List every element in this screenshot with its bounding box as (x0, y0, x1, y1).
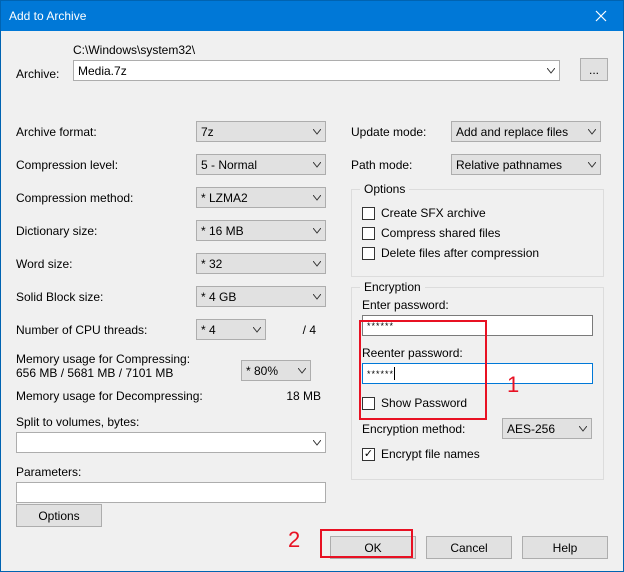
archive-format-label: Archive format: (16, 125, 196, 139)
encryption-method-label: Encryption method: (362, 422, 502, 436)
encrypt-filenames-label: Encrypt file names (381, 447, 480, 461)
compression-level-combo[interactable]: 5 - Normal (196, 154, 326, 175)
update-mode-label: Update mode: (351, 125, 451, 139)
mem-compress-value: 656 MB / 5681 MB / 7101 MB (16, 366, 241, 380)
encryption-legend: Encryption (360, 280, 425, 294)
cancel-button[interactable]: Cancel (426, 536, 512, 559)
options-button-wrap: Options (16, 504, 102, 527)
dialog-window: Add to Archive Archive: C:\Windows\syste… (0, 0, 624, 572)
compress-shared-label: Compress shared files (381, 226, 500, 240)
delete-after-label: Delete files after compression (381, 246, 539, 260)
window-title: Add to Archive (9, 9, 578, 23)
chevron-down-icon (253, 327, 261, 333)
close-button[interactable] (578, 1, 623, 31)
mem-compress-label: Memory usage for Compressing: (16, 352, 241, 366)
split-volumes-label: Split to volumes, bytes: (16, 415, 336, 429)
text-cursor (394, 367, 395, 380)
help-button[interactable]: Help (522, 536, 608, 559)
titlebar: Add to Archive (1, 1, 623, 31)
chevron-down-icon (588, 162, 596, 168)
archive-label: Archive: (16, 67, 73, 81)
solid-block-size-label: Solid Block size: (16, 290, 196, 304)
update-mode-combo[interactable]: Add and replace files (451, 121, 601, 142)
word-size-label: Word size: (16, 257, 196, 271)
parameters-input[interactable] (16, 482, 326, 503)
cpu-threads-combo[interactable]: * 4 (196, 319, 266, 340)
dictionary-size-label: Dictionary size: (16, 224, 196, 238)
chevron-down-icon (313, 228, 321, 234)
show-password-label: Show Password (381, 396, 467, 410)
archive-file-combo[interactable]: Media.7z (73, 60, 560, 81)
options-legend: Options (360, 182, 409, 196)
path-mode-label: Path mode: (351, 158, 451, 172)
chevron-down-icon (298, 368, 306, 374)
encrypt-filenames-checkbox[interactable] (362, 448, 375, 461)
chevron-down-icon (313, 294, 321, 300)
cpu-threads-label: Number of CPU threads: (16, 323, 196, 337)
chevron-down-icon (313, 195, 321, 201)
path-mode-combo[interactable]: Relative pathnames (451, 154, 601, 175)
compress-shared-checkbox[interactable] (362, 227, 375, 240)
compression-method-combo[interactable]: * LZMA2 (196, 187, 326, 208)
options-group: Options Create SFX archive Compress shar… (351, 189, 604, 277)
ok-button[interactable]: OK (330, 536, 416, 559)
mem-decompress-value: 18 MB (266, 389, 321, 403)
reenter-password-label: Reenter password: (362, 346, 593, 360)
solid-block-size-combo[interactable]: * 4 GB (196, 286, 326, 307)
encryption-method-combo[interactable]: AES-256 (502, 418, 592, 439)
chevron-down-icon (313, 162, 321, 168)
mem-decompress-label: Memory usage for Decompressing: (16, 389, 266, 403)
enter-password-input[interactable]: ****** (362, 315, 593, 336)
chevron-down-icon (579, 426, 587, 432)
word-size-combo[interactable]: * 32 (196, 253, 326, 274)
split-volumes-combo[interactable] (16, 432, 326, 453)
chevron-down-icon (313, 261, 321, 267)
archive-format-combo[interactable]: 7z (196, 121, 326, 142)
compression-level-label: Compression level: (16, 158, 196, 172)
browse-label: ... (589, 63, 599, 77)
chevron-down-icon (313, 440, 321, 446)
archive-file-value: Media.7z (78, 64, 127, 78)
sfx-label: Create SFX archive (381, 206, 486, 220)
reenter-password-input[interactable]: ****** (362, 363, 593, 384)
cpu-threads-max: / 4 (276, 323, 316, 337)
dialog-body: Archive: C:\Windows\system32\ Media.7z .… (1, 31, 623, 571)
chevron-down-icon (313, 129, 321, 135)
mem-percent-combo[interactable]: * 80% (241, 360, 311, 381)
encryption-group: Encryption Enter password: ****** Reente… (351, 287, 604, 480)
chevron-down-icon (588, 129, 596, 135)
annotation-2: 2 (288, 527, 300, 553)
browse-button[interactable]: ... (580, 58, 608, 81)
delete-after-checkbox[interactable] (362, 247, 375, 260)
enter-password-label: Enter password: (362, 298, 593, 312)
archive-path-label: C:\Windows\system32\ (73, 43, 568, 57)
sfx-checkbox[interactable] (362, 207, 375, 220)
parameters-label: Parameters: (16, 465, 336, 479)
compression-method-label: Compression method: (16, 191, 196, 205)
dictionary-size-combo[interactable]: * 16 MB (196, 220, 326, 241)
options-button[interactable]: Options (16, 504, 102, 527)
chevron-down-icon (547, 68, 555, 74)
show-password-checkbox[interactable] (362, 397, 375, 410)
